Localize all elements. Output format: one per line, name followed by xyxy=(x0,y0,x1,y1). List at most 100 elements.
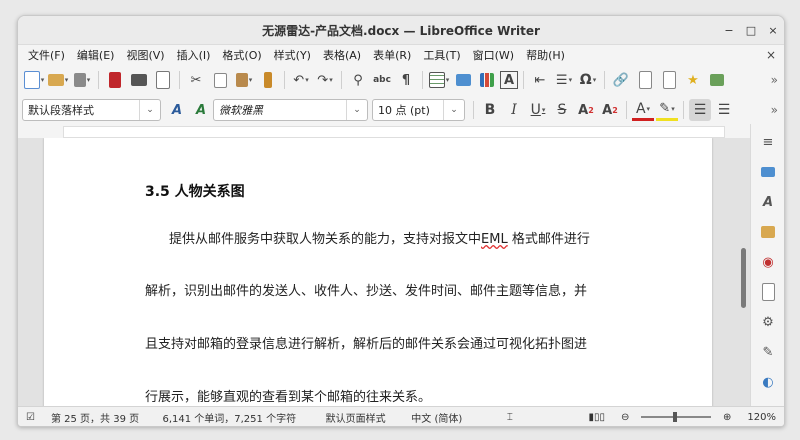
close-window-button[interactable]: × xyxy=(764,21,782,39)
minimize-button[interactable]: − xyxy=(720,21,738,39)
chevron-down-icon[interactable]: ⌄ xyxy=(346,100,367,120)
save-icon[interactable]: ▾ xyxy=(71,69,93,91)
font-name-select[interactable]: 微软雅黑 ⌄ xyxy=(213,99,368,121)
menu-window[interactable]: 窗口(W) xyxy=(467,47,520,63)
toolbar-overflow-icon[interactable]: » xyxy=(771,103,778,117)
menu-insert[interactable]: 插入(I) xyxy=(171,47,217,63)
page-style[interactable]: 默认页面样式 xyxy=(318,410,404,425)
maximize-button[interactable]: □ xyxy=(742,21,760,39)
toolbar-separator xyxy=(341,71,342,89)
zoom-slider[interactable] xyxy=(641,412,712,422)
new-document-icon[interactable]: ▾ xyxy=(23,69,45,91)
insert-chart-icon[interactable] xyxy=(476,69,498,91)
insert-mode-icon: ⌶ xyxy=(506,411,513,423)
horizontal-ruler[interactable] xyxy=(18,124,758,139)
toolbar-separator xyxy=(683,101,684,119)
ruler-track xyxy=(63,126,725,138)
font-size-select[interactable]: 10 点 (pt) ⌄ xyxy=(372,99,465,121)
word-count[interactable]: 6,141 个单词，7,251 个字符 xyxy=(154,410,317,425)
paste-icon[interactable]: ▾ xyxy=(233,69,255,91)
zoom-out-icon[interactable]: ⊖ xyxy=(613,412,637,423)
footnote-icon[interactable] xyxy=(634,69,656,91)
page-icon[interactable] xyxy=(758,282,778,302)
toolbar-separator xyxy=(179,71,180,89)
toolbar-separator xyxy=(626,101,627,119)
style-inspector-icon[interactable]: ⚙ xyxy=(758,312,778,332)
text-run: 格式邮件进行 xyxy=(507,232,590,247)
toolbar-separator xyxy=(284,71,285,89)
cut-icon[interactable]: ✂ xyxy=(185,69,207,91)
text-run: 行展示，能够直观的查看到某个邮箱的往来关系。 xyxy=(145,390,432,405)
insert-table-icon[interactable]: ▾ xyxy=(428,69,450,91)
standard-toolbar: ▾ ▾ ▾ ✂ ▾ ↶ ▾ ↷ ▾ ⚲ abc ¶ ▾ A ⇤ ☰ ▾ Ω ▾ 🔗 ★ … xyxy=(18,65,784,95)
menu-form[interactable]: 表单(R) xyxy=(367,47,417,63)
redo-icon[interactable]: ↷ ▾ xyxy=(314,69,336,91)
update-style-icon[interactable]: A xyxy=(166,99,188,121)
styles-icon[interactable]: A xyxy=(758,192,778,212)
sidebar-deck: ≡ A ◉ ⚙ ✎ ◐ ⚲ xyxy=(750,124,784,420)
clone-formatting-icon[interactable] xyxy=(257,69,279,91)
strikethrough-icon[interactable]: S xyxy=(551,99,573,121)
hyperlink-icon[interactable]: 🔗 xyxy=(610,69,632,91)
vertical-scrollbar[interactable] xyxy=(738,138,748,416)
chevron-down-icon[interactable]: ⌄ xyxy=(443,100,464,120)
cross-reference-icon[interactable] xyxy=(706,69,728,91)
toolbar-separator xyxy=(473,101,474,119)
italic-icon[interactable]: I xyxy=(503,99,525,121)
insert-textbox-icon[interactable]: A xyxy=(500,71,518,89)
menu-styles[interactable]: 样式(Y) xyxy=(268,47,317,63)
document-page[interactable]: 3.5 人物关系图 提供从邮件服务中获取人物关系的能力，支持对报文中EML 格式… xyxy=(44,138,712,416)
menu-view[interactable]: 视图(V) xyxy=(120,47,170,63)
menu-table[interactable]: 表格(A) xyxy=(317,47,367,63)
menu-format[interactable]: 格式(O) xyxy=(216,47,267,63)
language[interactable]: 中文 (简体) xyxy=(403,410,499,425)
page-break-icon[interactable]: ⇤ xyxy=(529,69,551,91)
scrollbar-thumb[interactable] xyxy=(741,248,746,308)
insert-field-icon[interactable]: ☰ ▾ xyxy=(553,69,575,91)
toolbar-overflow-icon[interactable]: » xyxy=(771,73,778,87)
special-character-icon[interactable]: Ω ▾ xyxy=(577,69,599,91)
open-folder-icon[interactable]: ▾ xyxy=(47,69,69,91)
align-center-icon[interactable]: ☰ xyxy=(713,99,735,121)
manage-changes-icon[interactable]: ✎ xyxy=(758,342,778,362)
highlight-color-icon[interactable]: ✎ ▾ xyxy=(656,100,678,121)
menu-file[interactable]: 文件(F) xyxy=(22,47,71,63)
spelling-icon[interactable]: abc xyxy=(371,69,393,91)
subscript-icon[interactable]: A2 xyxy=(599,99,621,121)
formatting-marks-icon[interactable]: ¶ xyxy=(395,69,417,91)
underline-icon[interactable]: U ▾ xyxy=(527,99,549,121)
endnote-icon[interactable] xyxy=(658,69,680,91)
menu-tools[interactable]: 工具(T) xyxy=(417,47,466,63)
menu-help[interactable]: 帮助(H) xyxy=(520,47,571,63)
zoom-in-icon[interactable]: ⊕ xyxy=(715,412,739,423)
superscript-icon[interactable]: A2 xyxy=(575,99,597,121)
print-preview-icon[interactable] xyxy=(152,69,174,91)
spelling-error-word: EML xyxy=(481,232,508,247)
gallery-icon[interactable] xyxy=(758,222,778,242)
page-count[interactable]: 第 25 页，共 39 页 xyxy=(43,410,154,425)
view-layout-icon[interactable]: ▮▯▯ xyxy=(580,412,613,423)
export-pdf-icon[interactable] xyxy=(104,69,126,91)
paragraph-line: 解析，识别出邮件的发送人、收件人、抄送、发件时间、邮件主题等信息，并 xyxy=(145,280,587,299)
bookmark-icon[interactable]: ★ xyxy=(682,69,704,91)
bold-icon[interactable]: B xyxy=(479,99,501,121)
zoom-slider-thumb[interactable] xyxy=(673,412,678,422)
font-color-icon[interactable]: A ▾ xyxy=(632,100,654,121)
properties-icon[interactable] xyxy=(758,162,778,182)
toolbar-separator xyxy=(422,71,423,89)
align-left-icon[interactable]: ☰ xyxy=(689,99,711,121)
undo-icon[interactable]: ↶ ▾ xyxy=(290,69,312,91)
paragraph-style-select[interactable]: 默认段落样式 ⌄ xyxy=(22,99,161,121)
insert-image-icon[interactable] xyxy=(452,69,474,91)
zoom-level[interactable]: 120% xyxy=(739,412,784,423)
sidebar-menu-icon[interactable]: ≡ xyxy=(758,132,778,152)
print-icon[interactable] xyxy=(128,69,150,91)
design-icon[interactable]: ◐ xyxy=(758,372,778,392)
find-replace-icon[interactable]: ⚲ xyxy=(347,69,369,91)
close-document-icon[interactable]: × xyxy=(766,48,776,62)
new-style-icon[interactable]: A xyxy=(190,99,212,121)
chevron-down-icon[interactable]: ⌄ xyxy=(139,100,160,120)
menu-edit[interactable]: 编辑(E) xyxy=(71,47,121,63)
navigator-icon[interactable]: ◉ xyxy=(758,252,778,272)
copy-icon[interactable] xyxy=(209,69,231,91)
